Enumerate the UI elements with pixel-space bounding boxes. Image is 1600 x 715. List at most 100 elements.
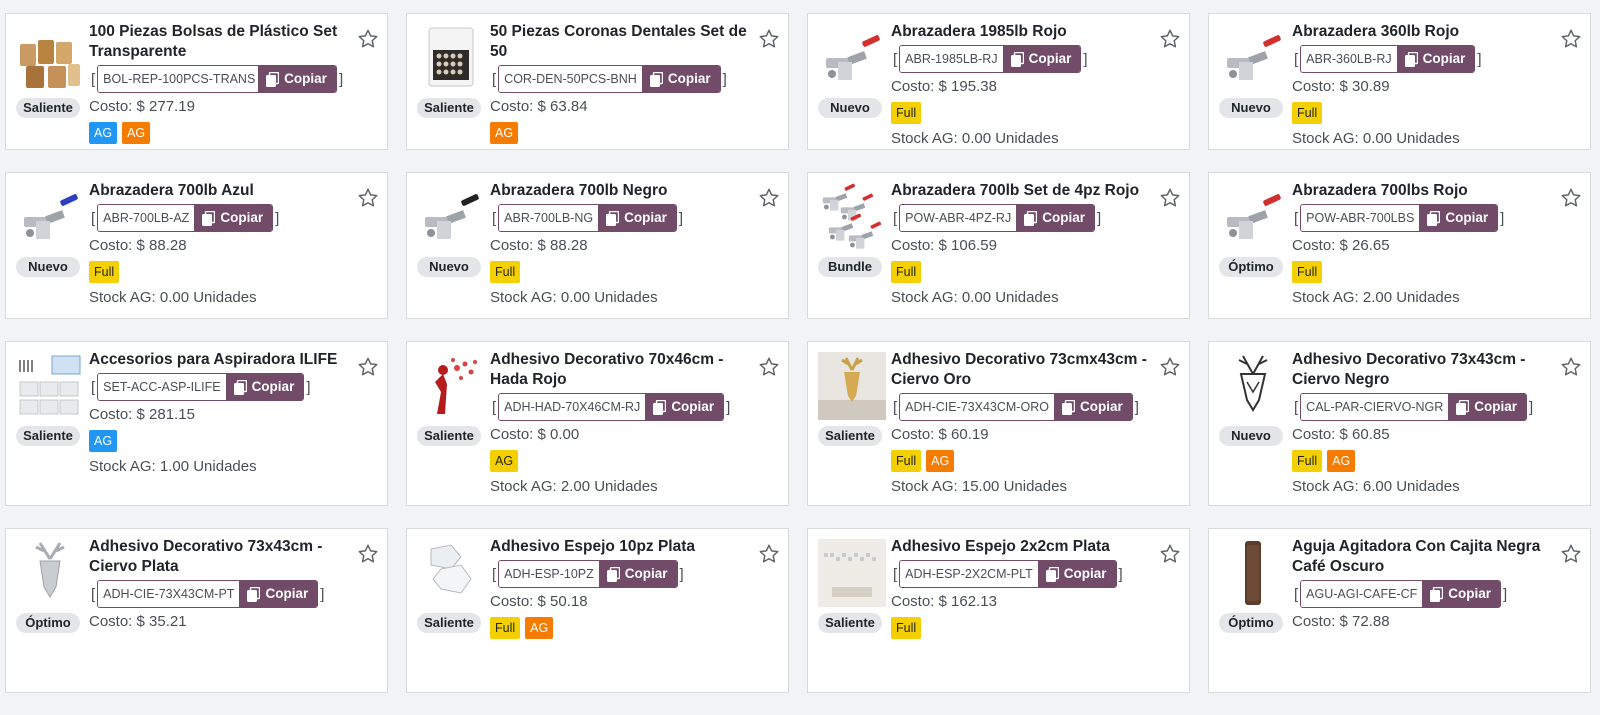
clamp-black-product-icon[interactable] [417, 183, 485, 251]
product-title[interactable]: Adhesivo Decorativo 70x46cm - Hada Rojo [490, 350, 752, 390]
product-card[interactable]: Óptimo Adhesivo Decorativo 73x43cm - Cie… [5, 528, 388, 693]
deer-black-product-icon[interactable] [1219, 352, 1287, 420]
product-card[interactable]: Saliente Adhesivo Decorativo 73cmx43cm -… [807, 341, 1190, 506]
sku-field[interactable]: ABR-1985LB-RJ [900, 46, 1003, 72]
fairy-sticker-product-icon[interactable] [417, 352, 485, 420]
sku-field[interactable]: ADH-ESP-2X2CM-PLT [900, 561, 1038, 587]
favorite-star-icon[interactable] [758, 543, 780, 565]
product-card[interactable]: Saliente Adhesivo Espejo 10pz Plata [ AD… [406, 528, 789, 693]
clamp-blue-product-icon[interactable] [16, 183, 84, 251]
sku-field[interactable]: SET-ACC-ASP-ILIFE [98, 374, 226, 400]
sku-field[interactable]: ABR-360LB-RJ [1301, 46, 1397, 72]
status-badge: Saliente [417, 426, 481, 446]
sku-field[interactable]: ADH-CIE-73X43CM-ORO [900, 394, 1054, 420]
product-title[interactable]: Adhesivo Decorativo 73x43cm - Ciervo Neg… [1292, 350, 1554, 390]
product-card[interactable]: Nuevo Abrazadera 700lb Negro [ ABR-700LB… [406, 172, 789, 319]
sku-field[interactable]: ABR-700LB-NG [499, 205, 599, 231]
favorite-star-icon[interactable] [357, 356, 379, 378]
favorite-star-icon[interactable] [1159, 543, 1181, 565]
deer-gold-product-icon[interactable] [818, 352, 886, 420]
copy-button[interactable]: Copiar [1016, 205, 1094, 231]
sku-field[interactable]: ADH-ESP-10PZ [499, 561, 599, 587]
stir-needle-product-icon[interactable] [1219, 539, 1287, 607]
copy-button[interactable]: Copiar [1053, 394, 1132, 420]
product-title[interactable]: Accesorios para Aspiradora ILIFE [89, 350, 351, 370]
product-card[interactable]: Saliente 100 Piezas Bolsas de Plástico S… [5, 13, 388, 150]
copy-button[interactable]: Copiar [1419, 205, 1498, 231]
product-title[interactable]: 100 Piezas Bolsas de Plástico Set Transp… [89, 22, 351, 62]
product-card[interactable]: Saliente Accesorios para Aspiradora ILIF… [5, 341, 388, 506]
favorite-star-icon[interactable] [1159, 28, 1181, 50]
copy-button[interactable]: Copiar [194, 205, 273, 231]
sku-field[interactable]: AGU-AGI-CAFE-CF [1301, 581, 1423, 607]
favorite-star-icon[interactable] [1560, 356, 1582, 378]
favorite-star-icon[interactable] [1560, 543, 1582, 565]
product-title[interactable]: Adhesivo Espejo 10pz Plata [490, 537, 752, 557]
product-stock: Stock AG: 1.00 Unidades [89, 458, 257, 475]
favorite-star-icon[interactable] [758, 187, 780, 209]
sku-field[interactable]: ADH-CIE-73X43CM-PT [98, 581, 240, 607]
sku-field[interactable]: BOL-REP-100PCS-TRANS [98, 66, 259, 92]
copy-button[interactable]: Copiar [1037, 561, 1116, 587]
sku-field[interactable]: ABR-700LB-AZ [98, 205, 195, 231]
product-title[interactable]: Abrazadera 700lbs Rojo [1292, 181, 1554, 201]
copy-button[interactable]: Copiar [598, 561, 677, 587]
product-card[interactable]: Saliente Adhesivo Decorativo 70x46cm - H… [406, 341, 789, 506]
mirror-sticker-product-icon[interactable] [417, 539, 485, 607]
deer-silver-product-icon[interactable] [16, 539, 84, 607]
product-card[interactable]: Saliente 50 Piezas Coronas Dentales Set … [406, 13, 789, 150]
copy-button[interactable]: Copiar [1422, 581, 1501, 607]
favorite-star-icon[interactable] [1560, 28, 1582, 50]
sku-field[interactable]: COR-DEN-50PCS-BNH [499, 66, 642, 92]
copy-button[interactable]: Copiar [1396, 46, 1475, 72]
favorite-star-icon[interactable] [758, 356, 780, 378]
favorite-star-icon[interactable] [1159, 187, 1181, 209]
product-title[interactable]: Abrazadera 700lb Set de 4pz Rojo [891, 181, 1153, 201]
copy-button[interactable]: Copiar [1002, 46, 1081, 72]
product-card[interactable]: Óptimo Aguja Agitadora Con Cajita Negra … [1208, 528, 1591, 693]
product-card[interactable]: Bundle Abrazadera 700lb Set de 4pz Rojo … [807, 172, 1190, 319]
clamp-red-product-icon[interactable] [1219, 24, 1287, 92]
product-title[interactable]: Abrazadera 1985lb Rojo [891, 22, 1153, 42]
product-card[interactable]: Nuevo Abrazadera 1985lb Rojo [ ABR-1985L… [807, 13, 1190, 150]
product-card[interactable]: Nuevo Abrazadera 700lb Azul [ ABR-700LB-… [5, 172, 388, 319]
favorite-star-icon[interactable] [357, 28, 379, 50]
status-badge: Nuevo [16, 257, 80, 277]
product-card[interactable]: Nuevo Abrazadera 360lb Rojo [ ABR-360LB-… [1208, 13, 1591, 150]
copy-button[interactable]: Copiar [645, 394, 724, 420]
dental-crowns-product-icon[interactable] [417, 24, 485, 92]
product-card[interactable]: Saliente Adhesivo Espejo 2x2cm Plata [ A… [807, 528, 1190, 693]
favorite-star-icon[interactable] [758, 28, 780, 50]
copy-button[interactable]: Copiar [598, 205, 676, 231]
favorite-star-icon[interactable] [357, 543, 379, 565]
product-title[interactable]: Aguja Agitadora Con Cajita Negra Café Os… [1292, 537, 1554, 577]
copy-button[interactable]: Copiar [258, 66, 336, 92]
product-title[interactable]: 50 Piezas Coronas Dentales Set de 50 [490, 22, 752, 62]
clamp-red-product-icon[interactable] [1219, 183, 1287, 251]
product-title[interactable]: Abrazadera 700lb Negro [490, 181, 752, 201]
mirror-wall-product-icon[interactable] [818, 539, 886, 607]
sku-field[interactable]: ADH-HAD-70X46CM-RJ [499, 394, 646, 420]
favorite-star-icon[interactable] [1560, 187, 1582, 209]
product-title[interactable]: Adhesivo Espejo 2x2cm Plata [891, 537, 1153, 557]
copy-button[interactable]: Copiar [239, 581, 318, 607]
vacuum-accessories-product-icon[interactable] [16, 352, 84, 420]
sku-field[interactable]: CAL-PAR-CIERVO-NGR [1301, 394, 1449, 420]
clamp-red-product-icon[interactable] [818, 24, 886, 92]
sku-field[interactable]: POW-ABR-700LBS [1301, 205, 1420, 231]
copy-button[interactable]: Copiar [225, 374, 304, 400]
clamp-set-product-icon[interactable] [818, 183, 886, 251]
favorite-star-icon[interactable] [357, 187, 379, 209]
bags-product-icon[interactable] [16, 24, 84, 92]
product-card[interactable]: Nuevo Adhesivo Decorativo 73x43cm - Cier… [1208, 341, 1591, 506]
copy-button[interactable]: Copiar [1448, 394, 1526, 420]
sku-field[interactable]: POW-ABR-4PZ-RJ [900, 205, 1017, 231]
product-card[interactable]: Óptimo Abrazadera 700lbs Rojo [ POW-ABR-… [1208, 172, 1591, 319]
product-title[interactable]: Adhesivo Decorativo 73cmx43cm - Ciervo O… [891, 350, 1153, 390]
product-title[interactable]: Abrazadera 360lb Rojo [1292, 22, 1554, 42]
product-title[interactable]: Adhesivo Decorativo 73x43cm - Ciervo Pla… [89, 537, 351, 577]
copy-button-label: Copiar [284, 71, 327, 86]
copy-button[interactable]: Copiar [641, 66, 720, 92]
product-title[interactable]: Abrazadera 700lb Azul [89, 181, 351, 201]
favorite-star-icon[interactable] [1159, 356, 1181, 378]
